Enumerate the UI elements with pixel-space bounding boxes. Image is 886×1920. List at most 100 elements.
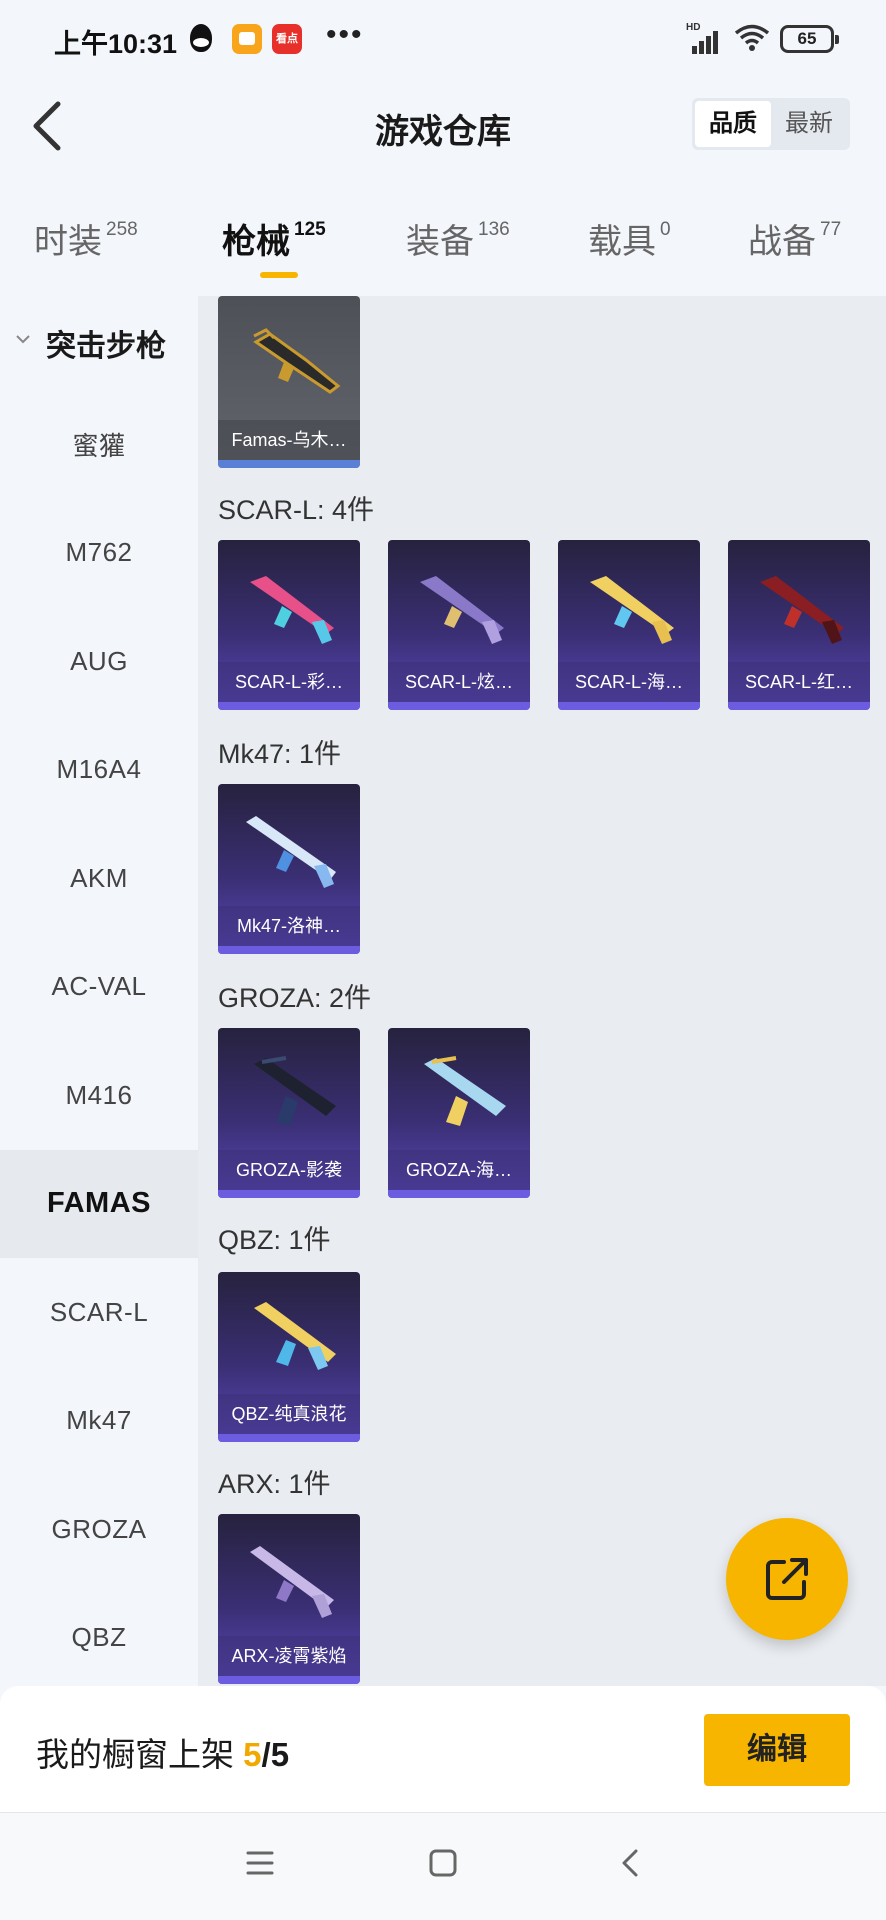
tab-label: 时装 [34, 223, 102, 261]
sidebar-item-famas[interactable]: FAMAS [0, 1149, 198, 1258]
rarity-bar [218, 946, 360, 954]
rarity-bar [218, 1434, 360, 1442]
showcase-total: /5 [261, 1736, 290, 1773]
header: 游戏仓库 品质 最新 [0, 78, 886, 174]
tab-fashion[interactable]: 时装 258 [34, 214, 138, 263]
group-label-scar-l: SCAR-L: 4件 [218, 495, 375, 525]
tab-firearms[interactable]: 枪械 125 [222, 214, 326, 263]
mk47-skin-icon [246, 816, 336, 888]
battery-indicator: 65 [780, 25, 839, 53]
share-button[interactable] [726, 1518, 848, 1640]
rarity-bar [558, 702, 700, 710]
showcase-status: 我的橱窗上架 5/5 [36, 1728, 289, 1776]
sidebar-item-mk47[interactable]: Mk47 [0, 1367, 198, 1476]
sidebar-item-scar-l[interactable]: SCAR-L [0, 1258, 198, 1367]
rarity-bar [388, 1190, 530, 1198]
weapon-card-name: GROZA-海… [388, 1150, 530, 1190]
status-time: 上午10:31 [54, 29, 178, 59]
kandian-app-icon: 看点 [272, 24, 302, 54]
menu-icon[interactable] [240, 1843, 280, 1883]
scar-l-skin-icon [250, 576, 334, 644]
tab-label: 装备 [406, 223, 474, 261]
sort-quality-option[interactable]: 品质 [695, 101, 771, 147]
rarity-bar [728, 702, 870, 710]
weapon-card[interactable]: SCAR-L-炫… [388, 540, 530, 710]
weapon-card-name: GROZA-影袭 [218, 1150, 360, 1190]
sort-newest-option[interactable]: 最新 [771, 101, 847, 147]
arx-skin-icon [250, 1546, 334, 1618]
share-external-icon [766, 1558, 808, 1600]
group-label-arx: ARX: 1件 [218, 1469, 331, 1499]
notes-app-icon [232, 24, 262, 54]
tab-label: 载具 [588, 223, 656, 261]
rarity-bar [218, 460, 360, 468]
back-icon[interactable] [610, 1843, 650, 1883]
weapon-card[interactable]: GROZA-影袭 [218, 1028, 360, 1198]
more-notifications-icon: ••• [326, 18, 364, 51]
weapon-card[interactable]: Mk47-洛神… [218, 784, 360, 954]
sidebar-item-honey-badger[interactable]: 蜜獾 [0, 390, 198, 499]
sidebar-item-m416[interactable]: M416 [0, 1041, 198, 1150]
sidebar-item-m762[interactable]: M762 [0, 499, 198, 608]
system-nav-bar [0, 1812, 886, 1920]
weapon-card-name: Mk47-洛神… [218, 906, 360, 946]
weapon-card-name: SCAR-L-海… [558, 662, 700, 702]
tab-count: 77 [820, 219, 842, 240]
groza-skin-icon [424, 1056, 506, 1126]
category-tabs: 时装 258 枪械 125 装备 136 载具 0 战备 77 [0, 200, 886, 296]
wifi-icon [734, 24, 770, 51]
tab-label: 枪械 [222, 223, 290, 261]
weapon-card[interactable]: GROZA-海… [388, 1028, 530, 1198]
showcase-count: 5 [243, 1736, 262, 1773]
status-bar: 上午10:31 看点 ••• HD 65 [0, 0, 886, 78]
rarity-bar [218, 1190, 360, 1198]
weapon-card-name: SCAR-L-彩… [218, 662, 360, 702]
group-label-qbz: QBZ: 1件 [218, 1225, 331, 1255]
sidebar-item-qbz[interactable]: QBZ [0, 1584, 198, 1687]
showcase-label: 我的橱窗上架 [36, 1736, 234, 1773]
weapon-card-name: SCAR-L-红… [728, 662, 870, 702]
weapon-card-name: SCAR-L-炫… [388, 662, 530, 702]
qbz-skin-icon [254, 1302, 336, 1370]
tab-count: 136 [478, 219, 510, 240]
rarity-bar [218, 702, 360, 710]
tab-count: 258 [106, 219, 138, 240]
weapon-card-name: Famas-乌木… [218, 420, 360, 460]
sidebar-item-ac-val[interactable]: AC-VAL [0, 933, 198, 1042]
weapon-card-name: ARX-凌霄紫焰 [218, 1636, 360, 1676]
scar-l-skin-icon [590, 576, 674, 644]
group-label-groza: GROZA: 2件 [218, 983, 372, 1013]
sidebar-group-label: 突击步枪 [46, 330, 166, 363]
weapon-sidebar: 突击步枪 蜜獾 M762 AUG M16A4 AKM AC-VAL M416 F… [0, 296, 198, 1686]
tab-combat-supplies[interactable]: 战备 77 [748, 214, 841, 263]
showcase-panel: 我的橱窗上架 5/5 编辑 [0, 1686, 886, 1812]
home-icon[interactable] [423, 1843, 463, 1883]
signal-icon [688, 26, 722, 54]
rarity-bar [388, 702, 530, 710]
scar-l-skin-icon [760, 576, 844, 644]
weapon-card[interactable]: SCAR-L-海… [558, 540, 700, 710]
active-tab-indicator [260, 272, 298, 278]
group-label-mk47: Mk47: 1件 [218, 739, 342, 769]
sidebar-item-m16a4[interactable]: M16A4 [0, 716, 198, 825]
tab-count: 0 [660, 219, 671, 240]
weapon-card[interactable]: SCAR-L-红… [728, 540, 870, 710]
tab-vehicles[interactable]: 载具 0 [588, 214, 671, 263]
weapon-card[interactable]: ARX-凌霄紫焰 [218, 1514, 360, 1684]
edit-button[interactable]: 编辑 [704, 1714, 850, 1786]
sidebar-item-akm[interactable]: AKM [0, 824, 198, 933]
scar-l-skin-icon [420, 576, 504, 644]
tab-label: 战备 [748, 223, 816, 261]
sidebar-group-assault-rifles[interactable]: 突击步枪 [0, 296, 198, 390]
groza-skin-icon [254, 1056, 336, 1126]
sidebar-item-aug[interactable]: AUG [0, 607, 198, 716]
qq-icon [190, 24, 212, 52]
sidebar-item-groza[interactable]: GROZA [0, 1475, 198, 1584]
tab-count: 125 [294, 219, 326, 240]
rarity-bar [218, 1676, 360, 1684]
weapon-card[interactable]: QBZ-纯真浪花 [218, 1272, 360, 1442]
weapon-card[interactable]: Famas-乌木… [218, 296, 360, 468]
chevron-down-icon [16, 335, 30, 344]
tab-equipment[interactable]: 装备 136 [406, 214, 510, 263]
weapon-card[interactable]: SCAR-L-彩… [218, 540, 360, 710]
